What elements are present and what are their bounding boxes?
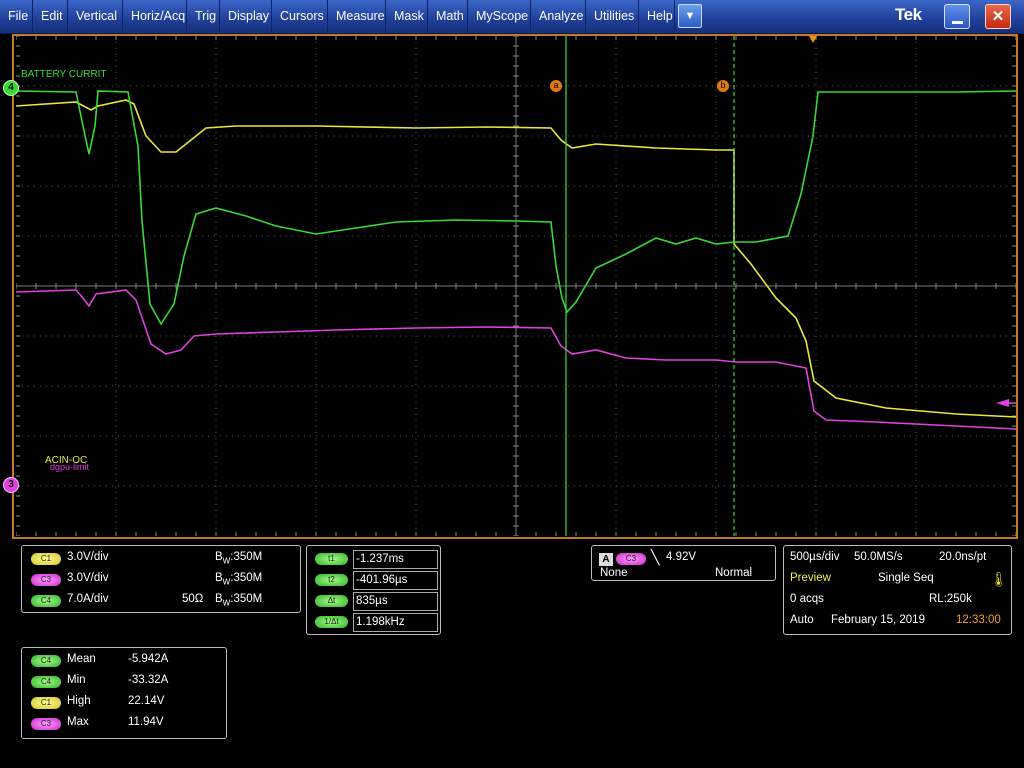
trigger-level: 4.92V <box>666 551 697 563</box>
minimize-button[interactable] <box>944 4 970 29</box>
measurement-2-value: -33.32A <box>128 674 169 686</box>
menu-trig[interactable]: Trig <box>187 0 220 32</box>
channel-4-ground-marker[interactable]: 4 <box>3 80 19 96</box>
brand-logo: Tek <box>895 5 922 24</box>
measurement-1-source: C4 <box>31 655 61 667</box>
acquisition-status: Preview <box>790 572 831 584</box>
sample-rate: 50.0MS/s <box>854 551 903 563</box>
cursor-t2-tag: t2 <box>315 574 348 586</box>
cursor-readout-panel[interactable]: t1 -1.237ms t2 -401.96µs Δt 835µs 1/Δt 1… <box>306 545 441 635</box>
channel-settings-panel[interactable]: C1 3.0V/div BW:350M C3 3.0V/div BW:350M … <box>21 545 301 613</box>
record-length: RL:250k <box>929 593 972 605</box>
measurement-1-name: Mean <box>67 653 96 665</box>
trigger-coupling: None <box>600 567 628 579</box>
menu-myscope[interactable]: MyScope <box>468 0 531 32</box>
measurement-3-value: 22.14V <box>128 695 165 707</box>
menu-bar: File Edit Vertical Horiz/Acq Trig Displa… <box>0 0 1024 34</box>
menu-utilities[interactable]: Utilities <box>586 0 639 32</box>
menu-mask[interactable]: Mask <box>386 0 428 32</box>
channel-3-ground-marker[interactable]: 3 <box>3 477 19 493</box>
cursor-a-marker[interactable]: a <box>550 80 562 92</box>
close-button[interactable]: ✕ <box>985 4 1011 29</box>
menu-analyze[interactable]: Analyze <box>531 0 586 32</box>
run-mode: Auto <box>790 614 814 626</box>
horizontal-scale: 500µs/div <box>790 551 840 563</box>
waveform-label-gpu-limit: dgpu-limit <box>50 462 90 472</box>
menu-horiz-acq[interactable]: Horiz/Acq <box>123 0 187 32</box>
menu-measure[interactable]: Measure <box>328 0 386 32</box>
cursor-b-marker[interactable]: b <box>717 80 729 92</box>
acquisition-mode: Single Seq <box>878 572 934 584</box>
cursor-t2-value: -401.96µs <box>353 571 438 590</box>
acquisition-time: 12:33:00 <box>956 614 1001 626</box>
measurements-panel[interactable]: C4 Mean -5.942A C4 Min -33.32A C1 High 2… <box>21 647 227 739</box>
channel-4-termination: 50Ω <box>182 593 204 605</box>
channel-1-bandwidth: BW:350M <box>215 551 263 566</box>
channel-4-bandwidth: BW:350M <box>215 593 263 608</box>
menu-math[interactable]: Math <box>428 0 468 32</box>
channel-3-bandwidth: BW:350M <box>215 572 263 587</box>
acquisition-panel[interactable]: 500µs/div 50.0MS/s 20.0ns/pt Preview Sin… <box>783 545 1012 635</box>
cursor-delta-t-value: 835µs <box>353 592 438 611</box>
thermometer-icon: 🌡 <box>990 571 1008 587</box>
trigger-source-tag: C3 <box>616 553 646 565</box>
acquisition-date: February 15, 2019 <box>831 614 925 626</box>
cursor-t1-value: -1.237ms <box>353 550 438 569</box>
measurement-1-value: -5.942A <box>128 653 169 665</box>
trigger-settings-panel[interactable]: A C3 ╲ 4.92V None Normal <box>591 545 776 581</box>
measurement-4-source: C3 <box>31 718 61 730</box>
channel-1-scale: 3.0V/div <box>67 551 109 563</box>
menu-cursors[interactable]: Cursors <box>272 0 328 32</box>
falling-edge-icon: ╲ <box>651 549 660 565</box>
cursor-delta-t-tag: Δt <box>315 595 348 607</box>
cursor-t1-tag: t1 <box>315 553 348 565</box>
menu-file[interactable]: File <box>0 0 33 32</box>
measurement-2-name: Min <box>67 674 86 686</box>
menu-display[interactable]: Display <box>220 0 272 32</box>
menu-help[interactable]: Help <box>639 0 675 32</box>
channel-4-tag[interactable]: C4 <box>31 595 61 607</box>
measurement-4-name: Max <box>67 716 89 728</box>
menu-edit[interactable]: Edit <box>33 0 68 32</box>
measurement-4-value: 11.94V <box>128 716 164 728</box>
time-per-point: 20.0ns/pt <box>939 551 987 563</box>
cursor-inverse-delta-t-value: 1.198kHz <box>353 613 438 632</box>
acquisition-count: 0 acqs <box>790 593 824 605</box>
measurement-3-name: High <box>67 695 91 707</box>
channel-4-scale: 7.0A/div <box>67 593 109 605</box>
measurement-2-source: C4 <box>31 676 61 688</box>
waveform-graticule <box>16 36 1016 536</box>
channel-3-scale: 3.0V/div <box>67 572 109 584</box>
menu-vertical[interactable]: Vertical <box>68 0 123 32</box>
minimize-icon <box>952 21 963 24</box>
measurement-3-source: C1 <box>31 697 61 709</box>
channel-3-tag[interactable]: C3 <box>31 574 61 586</box>
trigger-type: Normal <box>715 567 753 579</box>
chevron-down-icon[interactable]: ▼ <box>678 4 702 28</box>
cursor-inverse-delta-t-tag: 1/Δt <box>315 616 348 628</box>
trigger-event-box: A <box>599 553 613 566</box>
waveform-label-battery-current: BATTERY CURRIT <box>21 69 107 80</box>
channel-1-tag[interactable]: C1 <box>31 553 61 565</box>
